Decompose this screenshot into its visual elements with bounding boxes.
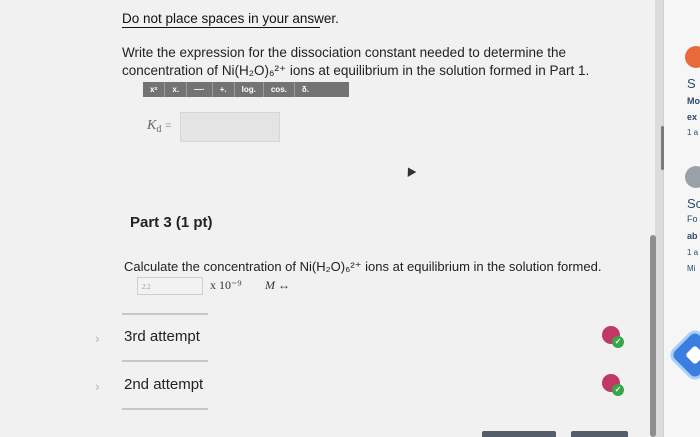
equation-toolbar: xˣ x. —· +. log. cos. δ. bbox=[143, 82, 349, 97]
check-icon: ✓ bbox=[612, 336, 624, 348]
kd-label: Kd bbox=[147, 118, 162, 135]
divider bbox=[122, 408, 208, 410]
cos-button[interactable]: cos. bbox=[264, 82, 295, 97]
delta-button[interactable]: δ. bbox=[295, 82, 316, 97]
nav-button[interactable] bbox=[571, 431, 628, 437]
kd-expression-input[interactable] bbox=[180, 112, 280, 142]
attempt-status-icon: ✓ bbox=[602, 326, 624, 348]
main-content: Do not place spaces in your answer. Writ… bbox=[0, 0, 655, 437]
instruction-underline bbox=[122, 27, 320, 28]
question1-line2: concentration of Ni(H₂O)₆²⁺ ions at equi… bbox=[122, 63, 590, 78]
fraction-button[interactable]: —· bbox=[187, 82, 213, 97]
side-item-text: 1 a bbox=[687, 128, 699, 137]
sci-notation: x 10⁻⁹ bbox=[210, 278, 242, 292]
side-item-text: S bbox=[687, 76, 696, 91]
check-icon: ✓ bbox=[612, 384, 624, 396]
concentration-input[interactable]: 2.2 bbox=[137, 277, 203, 295]
side-item-text: ex bbox=[687, 112, 698, 122]
superscript-button[interactable]: xˣ bbox=[143, 82, 166, 97]
side-item-text: Mi bbox=[687, 264, 696, 273]
chevron-right-icon[interactable]: › bbox=[95, 330, 100, 346]
question1-line1: Write the expression for the dissociatio… bbox=[122, 45, 567, 60]
attempt-3rd[interactable]: 3rd attempt bbox=[124, 328, 200, 345]
side-item-text: Sc bbox=[687, 196, 700, 211]
mouse-cursor-icon bbox=[403, 165, 417, 177]
log-button[interactable]: log. bbox=[235, 82, 264, 97]
subscript-button[interactable]: x. bbox=[165, 82, 188, 97]
avatar-icon bbox=[685, 46, 700, 68]
chevron-right-icon[interactable]: › bbox=[95, 378, 100, 394]
attempt-status-icon: ✓ bbox=[602, 374, 624, 396]
kd-equals: = bbox=[165, 120, 172, 132]
divider bbox=[122, 313, 208, 315]
avatar-icon bbox=[685, 166, 700, 188]
side-item-text: 1 a bbox=[687, 248, 699, 257]
part3-question: Calculate the concentration of Ni(H₂O)₆²… bbox=[124, 259, 602, 274]
instruction-text: Do not place spaces in your answer. bbox=[122, 11, 339, 26]
attempt-2nd[interactable]: 2nd attempt bbox=[124, 376, 203, 393]
part3-title: Part 3 (1 pt) bbox=[130, 214, 213, 231]
panel-resize-handle[interactable] bbox=[661, 126, 664, 170]
nav-button[interactable] bbox=[482, 431, 556, 437]
plus-button[interactable]: +. bbox=[213, 82, 235, 97]
side-item-text: ab bbox=[687, 231, 698, 241]
divider bbox=[122, 360, 208, 362]
side-item-text: Fo bbox=[687, 214, 698, 224]
unit-dropdown[interactable]: M ↔ bbox=[265, 278, 290, 293]
side-item-text: Mo bbox=[687, 96, 700, 106]
scrollbar[interactable] bbox=[650, 235, 656, 437]
